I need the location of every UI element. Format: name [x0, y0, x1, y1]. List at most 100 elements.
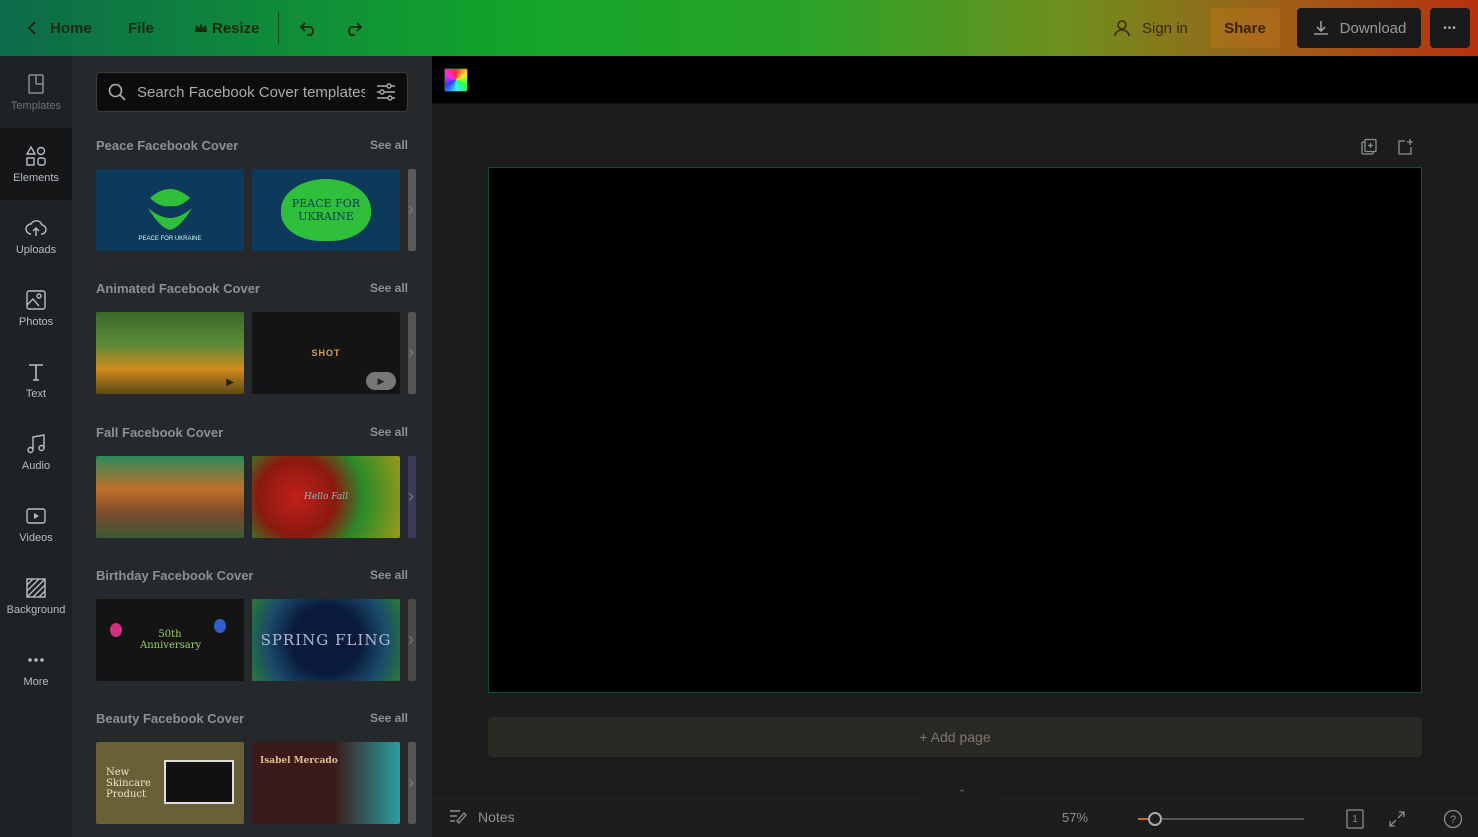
home-label: Home: [50, 19, 92, 37]
chevron-up-icon: ⌃: [958, 788, 966, 798]
filter-sliders-icon[interactable]: [375, 82, 397, 102]
thumbnail-caption: Hello Fall: [304, 492, 348, 502]
zoom-slider-handle[interactable]: [1147, 812, 1162, 826]
thumbnail-caption: New Skincare Product: [106, 766, 151, 800]
page-count-button[interactable]: 1: [1344, 808, 1366, 830]
thumbnail-caption: 50th Anniversary: [140, 629, 202, 651]
elements-icon: [25, 145, 46, 166]
photo-icon: [26, 290, 46, 310]
template-thumbnail[interactable]: SPRING FLING: [252, 599, 400, 681]
see-all-link[interactable]: See all: [370, 568, 408, 582]
help-button[interactable]: ?: [1442, 808, 1464, 830]
background-pattern-icon: [26, 578, 46, 598]
notes-label: Notes: [478, 809, 515, 825]
file-menu-button[interactable]: File: [118, 8, 164, 48]
nav-label-videos: Videos: [19, 532, 53, 544]
nav-label-elements: Elements: [13, 172, 59, 184]
help-icon: ?: [1443, 809, 1463, 829]
section-title: Birthday Facebook Cover: [96, 567, 254, 583]
section-title: Peace Facebook Cover: [96, 137, 239, 153]
template-thumbnail[interactable]: ▶: [96, 312, 244, 394]
svg-text:?: ?: [1450, 814, 1456, 826]
expand-icon: [1389, 811, 1405, 827]
nav-item-templates[interactable]: Templates: [0, 56, 72, 128]
redo-icon: [348, 22, 363, 36]
top-bar: Home File Resize Sign in Share Download …: [0, 0, 1478, 56]
add-page-button[interactable]: + Add page: [488, 717, 1422, 757]
see-all-link[interactable]: See all: [370, 281, 408, 295]
download-button[interactable]: Download: [1297, 8, 1421, 48]
notes-button[interactable]: Notes: [448, 808, 515, 826]
thumbnail-caption: SPRING FLING: [260, 631, 392, 649]
editor-area: + Add page ⌃ Notes 57% 1 ?: [432, 56, 1478, 837]
page-number: 1: [1352, 813, 1358, 825]
template-thumbnail[interactable]: Hello Fall: [252, 456, 400, 538]
chevron-right-icon[interactable]: ›: [408, 772, 414, 793]
template-section-beauty: Beauty Facebook Cover See all New Skinca…: [96, 708, 416, 824]
nav-item-videos[interactable]: Videos: [0, 488, 72, 560]
user-icon: [1114, 20, 1130, 37]
thumbnail-caption: SHOT: [311, 348, 341, 358]
more-options-button[interactable]: •••: [1430, 8, 1470, 48]
thumbnail-caption: Isabel Mercado: [260, 756, 338, 766]
more-dots-icon: [28, 658, 44, 662]
design-canvas[interactable]: [488, 167, 1422, 693]
nav-item-elements[interactable]: Elements: [0, 128, 72, 200]
nav-item-photos[interactable]: Photos: [0, 272, 72, 344]
upload-cloud-icon: [25, 220, 47, 236]
toolbar-divider: [278, 12, 279, 44]
nav-label-uploads: Uploads: [15, 244, 57, 256]
see-all-link[interactable]: See all: [370, 138, 408, 152]
chevron-right-icon[interactable]: ›: [408, 629, 414, 650]
template-thumbnail[interactable]: New Skincare Product: [96, 742, 244, 824]
templates-icon: [28, 74, 44, 94]
nav-item-audio[interactable]: Audio: [0, 416, 72, 488]
download-icon: [1313, 21, 1328, 35]
nav-item-uploads[interactable]: Uploads: [0, 200, 72, 272]
resize-label: Resize: [212, 19, 260, 37]
share-button[interactable]: Share: [1210, 8, 1280, 48]
left-sidebar-nav: Templates Elements Uploads Photos Text A…: [0, 56, 72, 837]
nav-label-text: Text: [25, 388, 47, 400]
template-thumbnail[interactable]: SHOT ▶: [252, 312, 400, 394]
page-drawer-toggle[interactable]: ⌃: [926, 788, 998, 800]
nav-item-text[interactable]: Text: [0, 344, 72, 416]
zoom-slider[interactable]: [1138, 812, 1304, 826]
chevron-left-icon: [27, 21, 36, 35]
template-thumbnail[interactable]: 50th Anniversary: [96, 599, 244, 681]
template-thumbnail[interactable]: Isabel Mercado: [252, 742, 400, 824]
chevron-right-icon[interactable]: ›: [408, 486, 414, 507]
template-thumbnail[interactable]: PEACE FOR UKRAINE: [96, 169, 244, 251]
template-search-box[interactable]: [96, 72, 408, 112]
duplicate-page-icon[interactable]: [1360, 138, 1378, 156]
template-thumbnail[interactable]: [96, 456, 244, 538]
share-label: Share: [1224, 19, 1266, 37]
resize-button[interactable]: Resize: [184, 8, 270, 48]
zoom-percentage[interactable]: 57%: [1062, 810, 1088, 825]
undo-button[interactable]: [290, 10, 326, 46]
template-search-input[interactable]: [137, 83, 365, 101]
thumbnail-caption: PEACE FOR UKRAINE: [138, 236, 202, 242]
chevron-right-icon[interactable]: ›: [408, 199, 414, 220]
redo-button[interactable]: [336, 10, 372, 46]
video-icon: [26, 508, 46, 524]
nav-item-more[interactable]: More: [0, 632, 72, 704]
sign-in-button[interactable]: Sign in: [1102, 8, 1198, 48]
chevron-right-icon[interactable]: ›: [408, 342, 414, 363]
see-all-link[interactable]: See all: [370, 711, 408, 725]
color-picker-swatch[interactable]: [444, 68, 468, 92]
thumbnail-caption: PEACE FOR UKRAINE: [291, 196, 361, 223]
fullscreen-button[interactable]: [1386, 808, 1408, 830]
nav-label-templates: Templates: [10, 100, 62, 112]
play-video-icon: ▶: [226, 377, 234, 388]
laptop-graphic: [164, 760, 234, 804]
balloon-graphic: [110, 623, 122, 637]
file-label: File: [128, 19, 154, 37]
add-page-icon[interactable]: [1396, 138, 1414, 156]
see-all-link[interactable]: See all: [370, 425, 408, 439]
nav-label-audio: Audio: [21, 460, 51, 472]
home-button[interactable]: Home: [12, 8, 102, 48]
sign-in-label: Sign in: [1142, 19, 1188, 37]
nav-item-background[interactable]: Background: [0, 560, 72, 632]
template-thumbnail[interactable]: PEACE FOR UKRAINE: [252, 169, 400, 251]
